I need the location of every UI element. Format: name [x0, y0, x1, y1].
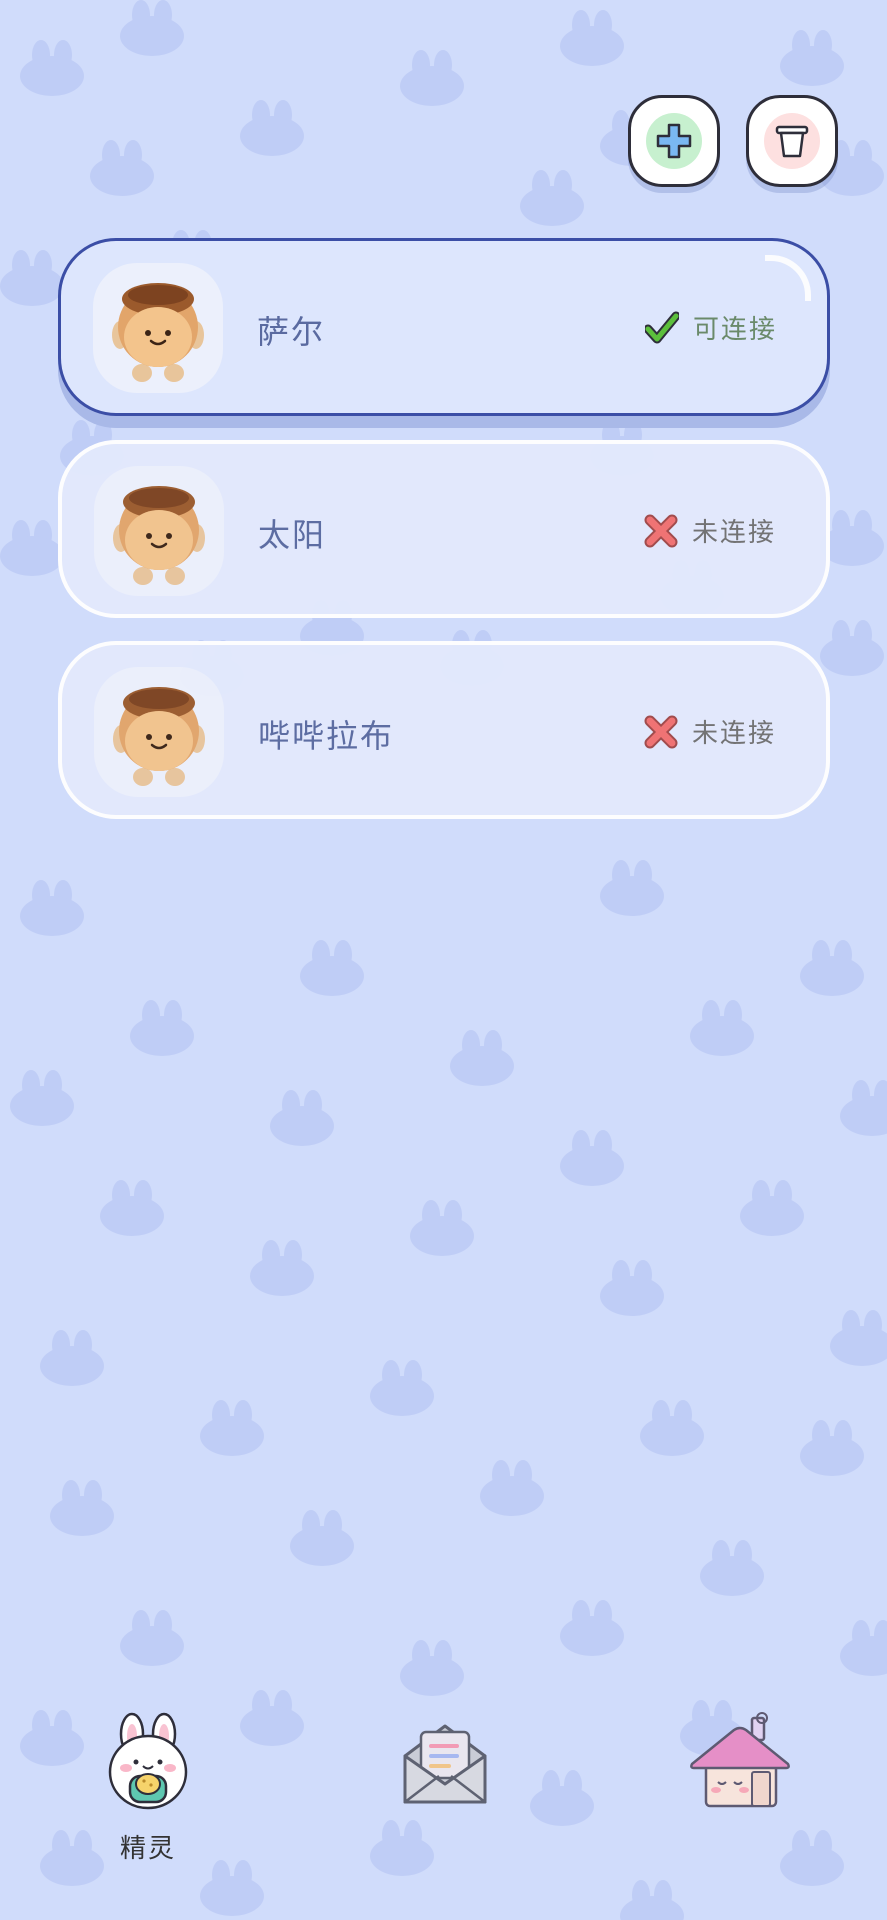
- bunny-pattern-shape: [290, 1510, 354, 1566]
- bunny-pattern-shape: [200, 1400, 264, 1456]
- bunny-pattern-shape: [480, 1460, 544, 1516]
- bunny-pattern-shape: [20, 40, 84, 96]
- bunny-pattern-shape: [640, 1400, 704, 1456]
- bunny-pattern-shape: [800, 1420, 864, 1476]
- nav-tab-label: 精灵: [119, 1834, 176, 1864]
- bunny-pattern-shape: [830, 1310, 887, 1366]
- bunny-pattern-shape: [250, 1240, 314, 1296]
- bunny-pattern-shape: [100, 1180, 164, 1236]
- bunny-pattern-shape: [240, 100, 304, 156]
- bunny-pattern-shape: [40, 1330, 104, 1386]
- status-label: 未连接: [691, 719, 776, 749]
- cross-icon: [644, 514, 678, 547]
- bunny-pattern-shape: [90, 140, 154, 196]
- trash-icon: [775, 125, 809, 158]
- add-sprite-button[interactable]: [628, 95, 720, 187]
- bunny-pattern-shape: [840, 1080, 887, 1136]
- sprite-name: 太阳: [258, 516, 327, 554]
- bunny-pattern-shape: [120, 1610, 184, 1666]
- bunny-pattern-shape: [130, 1000, 194, 1056]
- plus-icon: [656, 123, 692, 159]
- bunny-pattern-shape: [560, 1130, 624, 1186]
- bunny-pattern-shape: [120, 0, 184, 56]
- sprite-avatar: [94, 667, 224, 797]
- bunny-pattern-shape: [400, 1640, 464, 1696]
- bunny-pattern-shape: [600, 860, 664, 916]
- sprite-card[interactable]: 萨尔 可连接: [58, 238, 830, 416]
- bunny-pattern-shape: [740, 1180, 804, 1236]
- bunny-pattern-shape: [370, 1360, 434, 1416]
- bunny-pattern-shape: [0, 250, 64, 306]
- bunny-pattern-shape: [300, 940, 364, 996]
- bunny-pattern-shape: [690, 1000, 754, 1056]
- bunny-pattern-shape: [20, 880, 84, 936]
- bunny-sprite-icon: [108, 1712, 188, 1810]
- bunny-pattern-shape: [530, 1770, 594, 1826]
- sprite-avatar: [93, 263, 223, 393]
- mail-envelope-icon: [403, 1724, 487, 1804]
- sprite-name: 哔哔拉布: [258, 717, 395, 755]
- bunny-pattern-shape: [780, 30, 844, 86]
- bunny-pattern-shape: [20, 1710, 84, 1766]
- sprite-avatar: [94, 466, 224, 596]
- bunny-pattern-shape: [200, 1860, 264, 1916]
- connection-status: 未连接: [644, 512, 776, 549]
- nav-tab-sprite[interactable]: 精灵: [100, 1712, 196, 1865]
- nav-tab-mail[interactable]: [397, 1718, 493, 1810]
- bread-character-image: [112, 283, 204, 382]
- bunny-pattern-shape: [800, 940, 864, 996]
- status-label: 可连接: [692, 315, 777, 345]
- bunny-pattern-shape: [820, 620, 884, 676]
- sprite-name: 萨尔: [257, 313, 326, 351]
- bunny-pattern-shape: [10, 1070, 74, 1126]
- bunny-pattern-shape: [40, 1830, 104, 1886]
- sprite-card[interactable]: 哔哔拉布 未连接: [58, 641, 830, 819]
- connection-status: 可连接: [644, 309, 777, 346]
- bunny-pattern-shape: [840, 1620, 887, 1676]
- cross-icon: [644, 715, 678, 748]
- bread-character-image: [113, 486, 205, 585]
- check-icon: [644, 311, 679, 343]
- bunny-pattern-shape: [600, 1260, 664, 1316]
- bunny-pattern-shape: [620, 1880, 684, 1920]
- bunny-pattern-shape: [560, 1600, 624, 1656]
- bunny-pattern-shape: [450, 1030, 514, 1086]
- status-label: 未连接: [691, 518, 776, 548]
- bunny-pattern-shape: [700, 1540, 764, 1596]
- delete-sprite-button[interactable]: [746, 95, 838, 187]
- bunny-pattern-shape: [780, 1830, 844, 1886]
- bread-character-image: [113, 687, 205, 786]
- bunny-pattern-shape: [400, 50, 464, 106]
- bunny-pattern-shape: [520, 170, 584, 226]
- connection-status: 未连接: [644, 713, 776, 750]
- bunny-pattern-shape: [560, 10, 624, 66]
- sprite-card[interactable]: 太阳 未连接: [58, 440, 830, 618]
- bunny-pattern-shape: [50, 1480, 114, 1536]
- bunny-pattern-shape: [240, 1690, 304, 1746]
- bunny-pattern-shape: [270, 1090, 334, 1146]
- bunny-pattern-shape: [0, 520, 64, 576]
- bunny-pattern-shape: [370, 1820, 434, 1876]
- bunny-pattern-shape: [410, 1200, 474, 1256]
- house-icon: [690, 1712, 790, 1808]
- card-highlight: [765, 255, 811, 301]
- nav-tab-home[interactable]: [688, 1712, 792, 1812]
